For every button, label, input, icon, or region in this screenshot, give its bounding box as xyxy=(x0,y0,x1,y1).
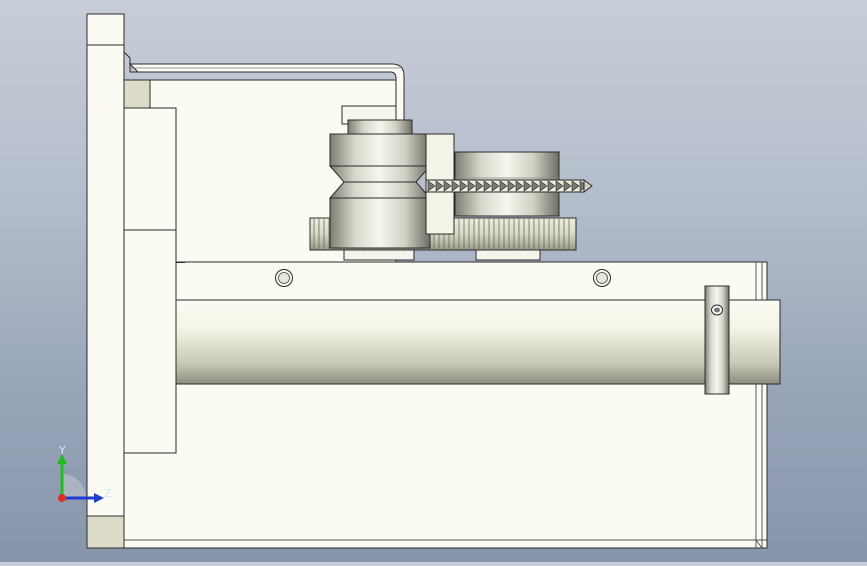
x-axis-point xyxy=(58,494,66,502)
main-shaft xyxy=(175,299,781,385)
worm-thread xyxy=(425,179,593,193)
inner-block xyxy=(123,107,177,454)
triad-quadrant-icon xyxy=(62,474,86,498)
shaft-collar xyxy=(704,285,730,395)
axis-triad: Y Z xyxy=(48,440,118,510)
mounting-hole-left xyxy=(275,269,293,287)
y-axis-label: Y xyxy=(58,444,66,457)
model-drawing[interactable] xyxy=(0,0,867,562)
mounting-hole-right xyxy=(593,269,611,287)
z-axis-label: Z xyxy=(104,487,112,500)
cad-graphics-viewport[interactable]: Y Z xyxy=(0,0,867,562)
z-axis-arrowhead xyxy=(94,493,104,503)
